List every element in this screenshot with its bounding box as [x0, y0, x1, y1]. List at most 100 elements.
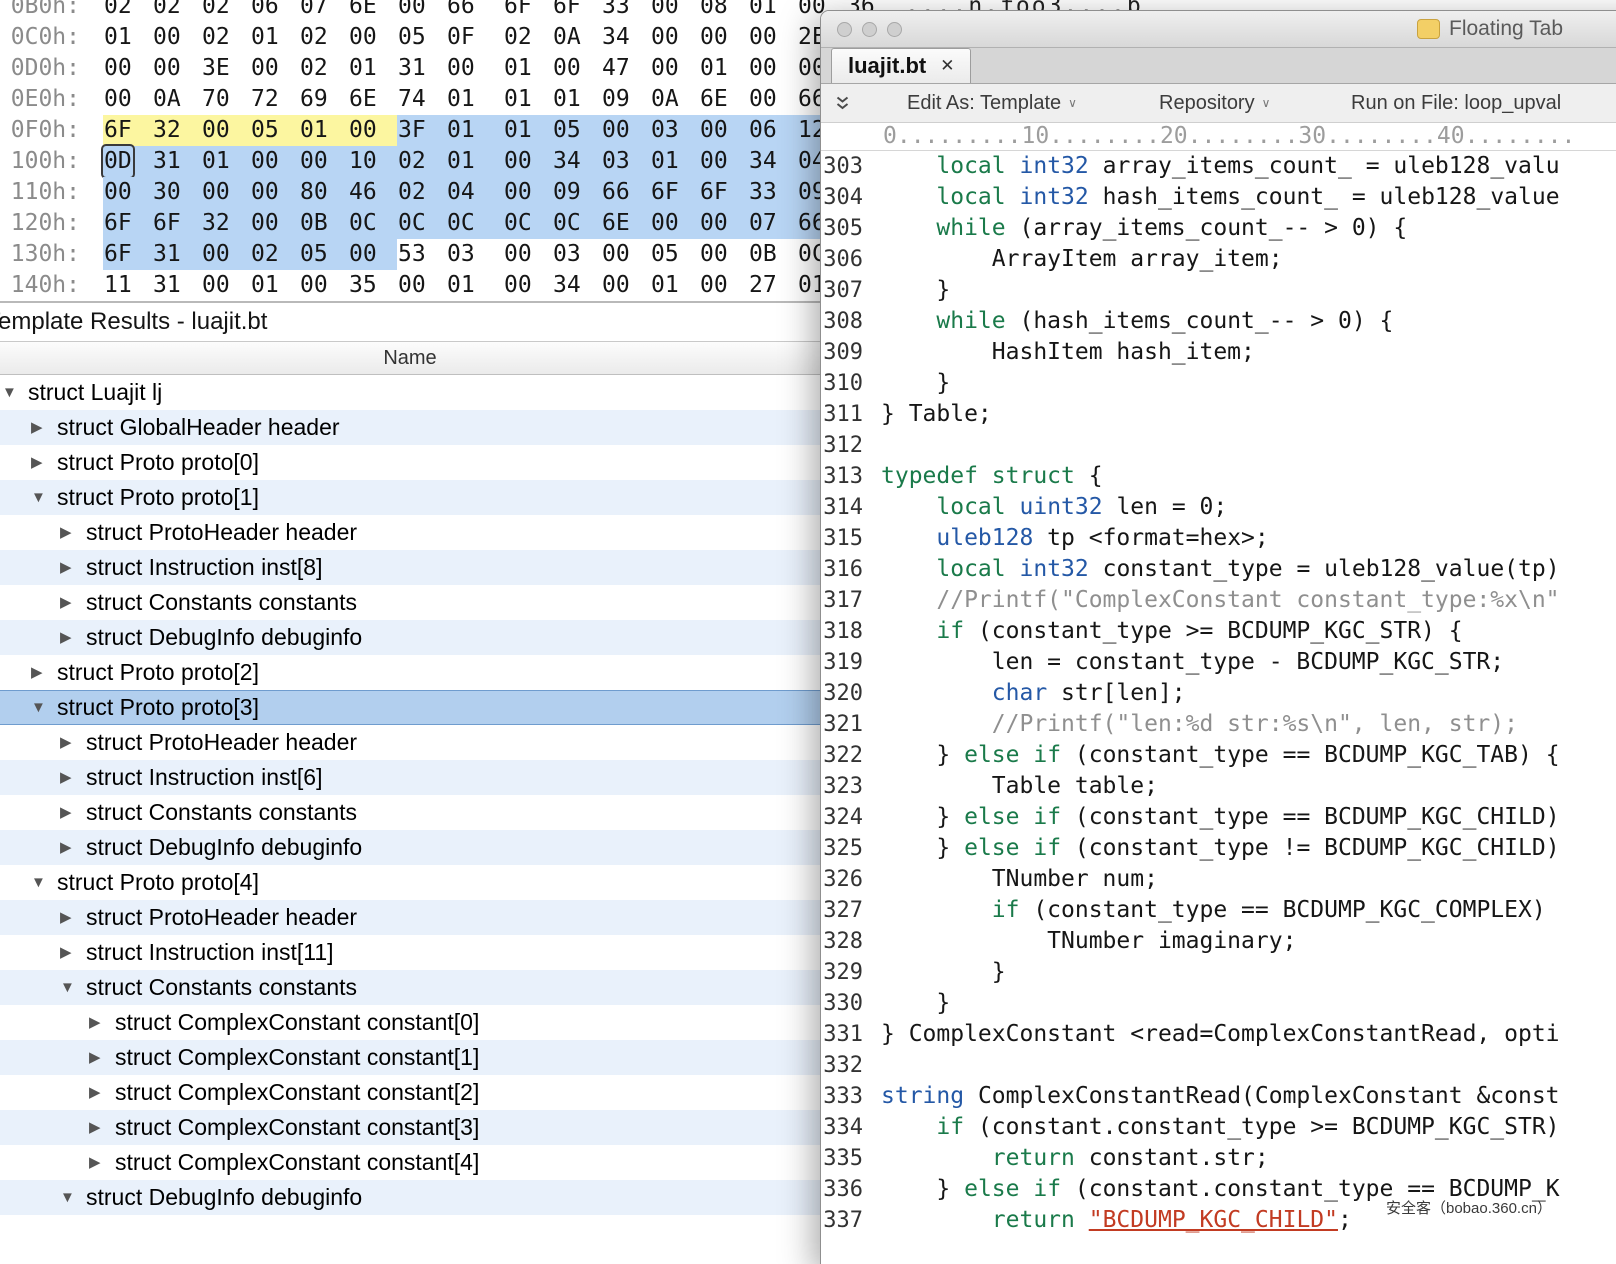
code-line[interactable]: 312: [821, 430, 1616, 461]
hex-byte[interactable]: 0C: [397, 208, 446, 239]
hex-byte[interactable]: 01: [699, 53, 748, 84]
hex-byte[interactable]: 35: [348, 270, 397, 301]
hex-byte[interactable]: 33: [748, 177, 797, 208]
hex-byte[interactable]: 01: [348, 53, 397, 84]
hex-byte[interactable]: 00: [650, 53, 699, 84]
hex-byte[interactable]: 01: [446, 84, 503, 115]
code-text[interactable]: ArrayItem array_item;: [881, 244, 1283, 275]
code-line[interactable]: 323 Table table;: [821, 771, 1616, 802]
hex-byte[interactable]: 0A: [152, 84, 201, 115]
tree-row[interactable]: ▼struct Proto proto[4]: [0, 865, 820, 900]
code-line[interactable]: 304 local int32 hash_items_count_ = uleb…: [821, 182, 1616, 213]
hex-byte[interactable]: 05: [397, 22, 446, 53]
hex-byte[interactable]: 00: [103, 84, 152, 115]
tree-row[interactable]: ▶struct Instruction inst[8]: [0, 550, 820, 585]
disclosure-triangle-icon[interactable]: ▶: [60, 900, 86, 935]
hex-byte[interactable]: 02: [299, 22, 348, 53]
name-column-header[interactable]: Name: [0, 341, 820, 375]
disclosure-triangle-icon[interactable]: ▶: [89, 1145, 115, 1180]
hex-byte[interactable]: 01: [503, 84, 552, 115]
hex-byte[interactable]: 02: [201, 22, 250, 53]
code-line[interactable]: 328 TNumber imaginary;: [821, 926, 1616, 957]
hex-byte[interactable]: 00: [699, 115, 748, 146]
code-line[interactable]: 335 return constant.str;: [821, 1143, 1616, 1174]
disclosure-triangle-icon[interactable]: ▶: [60, 935, 86, 970]
code-line[interactable]: 307 }: [821, 275, 1616, 306]
code-line[interactable]: 309 HashItem hash_item;: [821, 337, 1616, 368]
close-icon[interactable]: ✕: [940, 56, 954, 76]
hex-byte[interactable]: 31: [152, 239, 201, 270]
hex-byte[interactable]: 02: [503, 22, 552, 53]
hex-byte[interactable]: 00: [748, 53, 797, 84]
code-line[interactable]: 315 uleb128 tp <format=hex>;: [821, 523, 1616, 554]
code-text[interactable]: uleb128 tp <format=hex>;: [881, 523, 1269, 554]
hex-byte[interactable]: 02: [250, 239, 299, 270]
tree-row[interactable]: ▶struct ComplexConstant constant[4]: [0, 1145, 820, 1180]
code-text[interactable]: if (constant_type == BCDUMP_KGC_COMPLEX): [881, 895, 1546, 926]
tree-row[interactable]: ▶struct Instruction inst[11]: [0, 935, 820, 970]
tree-row[interactable]: ▼struct Proto proto[1]: [0, 480, 820, 515]
hex-byte[interactable]: 00: [650, 22, 699, 53]
hex-byte[interactable]: 70: [201, 84, 250, 115]
code-line[interactable]: 334 if (constant.constant_type >= BCDUMP…: [821, 1112, 1616, 1143]
hex-byte[interactable]: 01: [446, 270, 503, 301]
code-text[interactable]: return "BCDUMP_KGC_CHILD";: [881, 1205, 1352, 1236]
hex-byte[interactable]: 6E: [348, 0, 397, 22]
disclosure-triangle-icon[interactable]: ▶: [31, 410, 57, 445]
code-text[interactable]: local int32 hash_items_count_ = uleb128_…: [881, 182, 1560, 213]
hex-byte[interactable]: 02: [397, 177, 446, 208]
code-text[interactable]: TNumber num;: [881, 864, 1158, 895]
code-line[interactable]: 305 while (array_items_count_-- > 0) {: [821, 213, 1616, 244]
hex-byte[interactable]: 00: [397, 270, 446, 301]
hex-byte[interactable]: 09: [552, 177, 601, 208]
code-text[interactable]: while (array_items_count_-- > 0) {: [881, 213, 1407, 244]
code-text[interactable]: HashItem hash_item;: [881, 337, 1255, 368]
hex-byte[interactable]: 05: [650, 239, 699, 270]
code-text[interactable]: } ComplexConstant <read=ComplexConstantR…: [881, 1019, 1560, 1050]
hex-byte[interactable]: 00: [748, 22, 797, 53]
hex-byte[interactable]: 02: [201, 0, 250, 22]
hex-byte[interactable]: 03: [446, 239, 503, 270]
code-line[interactable]: 332: [821, 1050, 1616, 1081]
repository-dropdown[interactable]: Repository ∨: [1159, 84, 1270, 122]
tree-row[interactable]: ▶struct Proto proto[0]: [0, 445, 820, 480]
run-on-file-button[interactable]: Run on File: loop_upval: [1351, 84, 1561, 122]
hex-byte[interactable]: 07: [748, 208, 797, 239]
hex-byte[interactable]: 00: [503, 177, 552, 208]
hex-byte[interactable]: 01: [250, 270, 299, 301]
hex-byte[interactable]: 00: [552, 53, 601, 84]
hex-byte[interactable]: 01: [552, 84, 601, 115]
hex-byte[interactable]: 10: [348, 146, 397, 177]
hex-byte[interactable]: 0C: [503, 208, 552, 239]
hex-byte[interactable]: 3F: [397, 115, 446, 146]
code-line[interactable]: 310 }: [821, 368, 1616, 399]
hex-byte[interactable]: 72: [250, 84, 299, 115]
edit-as-dropdown[interactable]: Edit As: Template ∨: [907, 84, 1077, 122]
hex-byte[interactable]: 01: [446, 146, 503, 177]
disclosure-triangle-icon[interactable]: ▶: [89, 1075, 115, 1110]
tree-row[interactable]: ▼struct DebugInfo debuginfo: [0, 1180, 820, 1215]
hex-byte[interactable]: 31: [152, 146, 201, 177]
disclosure-triangle-icon[interactable]: ▶: [60, 550, 86, 585]
tree-row[interactable]: ▶struct ComplexConstant constant[2]: [0, 1075, 820, 1110]
code-line[interactable]: 318 if (constant_type >= BCDUMP_KGC_STR)…: [821, 616, 1616, 647]
hex-byte[interactable]: 46: [348, 177, 397, 208]
hex-byte[interactable]: 32: [152, 115, 201, 146]
hex-byte[interactable]: 69: [299, 84, 348, 115]
disclosure-triangle-icon[interactable]: ▶: [60, 515, 86, 550]
code-line[interactable]: 319 len = constant_type - BCDUMP_KGC_STR…: [821, 647, 1616, 678]
tree-row[interactable]: ▶struct Constants constants: [0, 585, 820, 620]
code-text[interactable]: local int32 constant_type = uleb128_valu…: [881, 554, 1560, 585]
hex-byte[interactable]: 34: [748, 146, 797, 177]
hex-byte[interactable]: 00: [201, 239, 250, 270]
code-editor[interactable]: 303 local int32 array_items_count_ = ule…: [821, 151, 1616, 1264]
code-line[interactable]: 324 } else if (constant_type == BCDUMP_K…: [821, 802, 1616, 833]
code-text[interactable]: if (constant.constant_type >= BCDUMP_KGC…: [881, 1112, 1560, 1143]
code-line[interactable]: 320 char str[len];: [821, 678, 1616, 709]
hex-byte[interactable]: 02: [103, 0, 152, 22]
hex-byte[interactable]: 04: [446, 177, 503, 208]
hex-byte[interactable]: 34: [552, 146, 601, 177]
hex-byte[interactable]: 08: [699, 0, 748, 22]
hex-byte[interactable]: 00: [348, 22, 397, 53]
disclosure-triangle-icon[interactable]: ▼: [2, 375, 28, 410]
